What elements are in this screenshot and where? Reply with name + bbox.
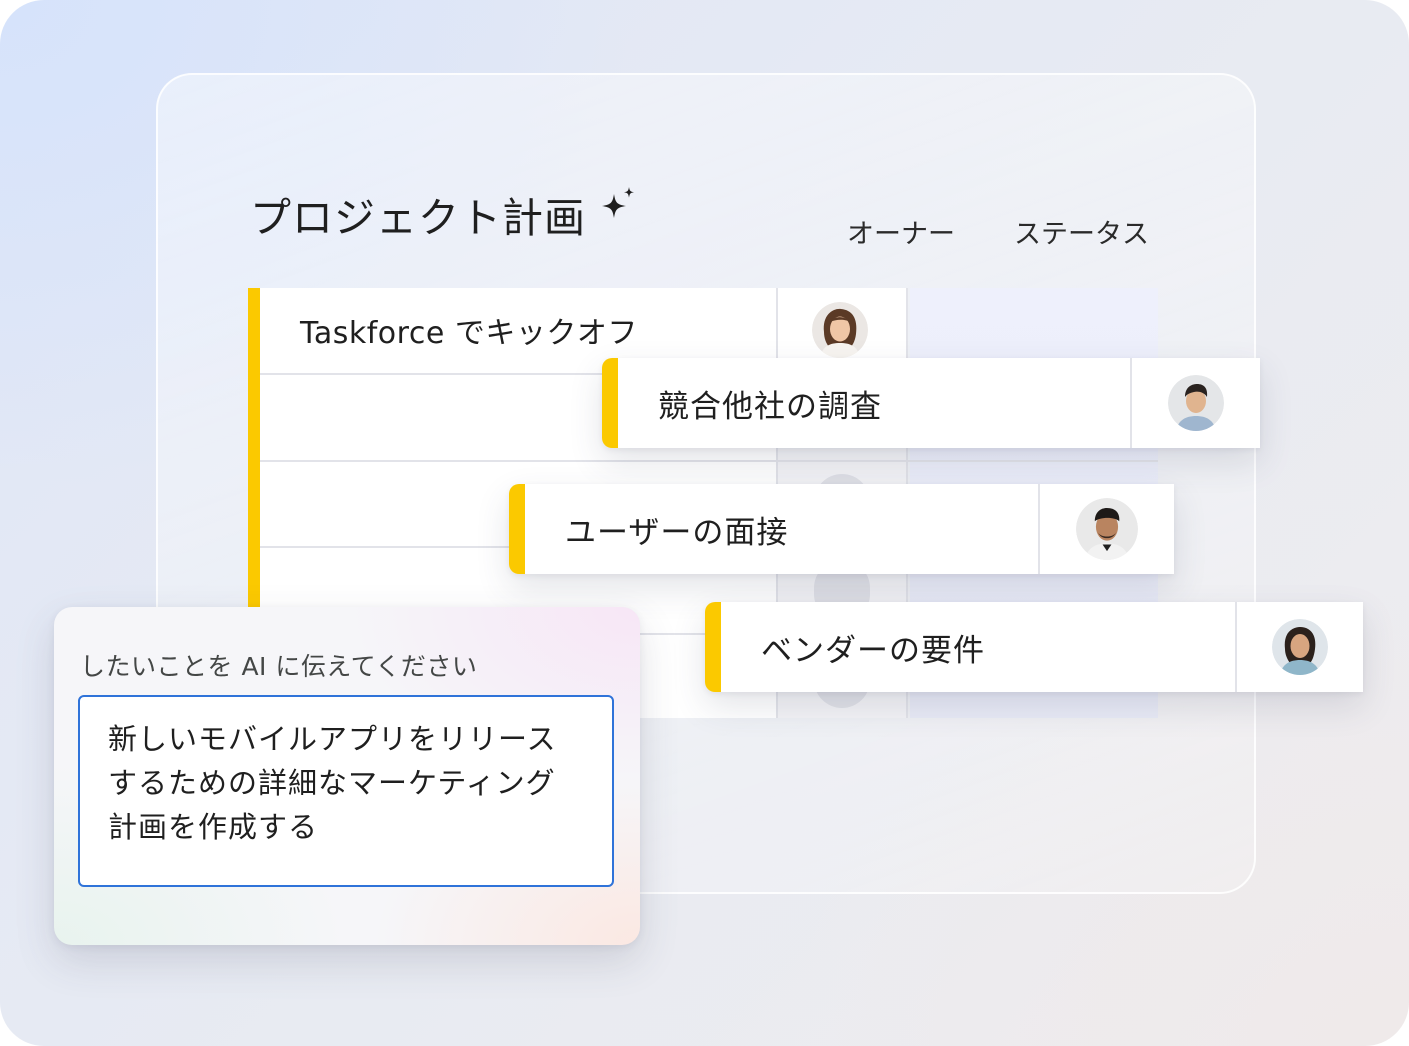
ai-prompt-panel: したいことを AI に伝えてください 新しいモバイルアプリをリリースするための詳… [54,607,640,945]
task-label: ユーザーの面接 [565,514,789,551]
page-title: プロジェクト計画 [250,184,638,244]
task-card[interactable]: 競合他社の調査 [602,358,1260,448]
owner-cell[interactable] [1235,602,1363,692]
owner-avatar[interactable] [812,302,868,358]
task-card[interactable]: ベンダーの要件 [705,602,1363,692]
owner-avatar[interactable] [1076,498,1138,560]
ai-prompt-label: したいことを AI に伝えてください [80,652,478,681]
task-label[interactable]: Taskforce でキックオフ [300,308,638,352]
task-accent-bar [509,484,525,574]
status-column-header: ステータス [1014,219,1149,250]
owner-cell[interactable] [1130,358,1260,448]
owner-column-header: オーナー [847,219,955,250]
task-card[interactable]: ユーザーの面接 [509,484,1174,574]
task-accent-bar [705,602,721,692]
ai-prompt-input[interactable]: 新しいモバイルアプリをリリースするための詳細なマーケティング計画を作成する [78,695,614,887]
page-title-text: プロジェクト計画 [250,194,586,242]
owner-avatar[interactable] [1168,375,1224,431]
sparkle-icon [602,187,634,218]
task-accent-bar [248,288,260,608]
task-label: 競合他社の調査 [658,388,882,425]
task-accent-bar [602,358,618,448]
row-divider [260,460,1158,462]
task-label: ベンダーの要件 [761,632,985,669]
owner-avatar[interactable] [1272,619,1328,675]
owner-cell[interactable] [1038,484,1174,574]
